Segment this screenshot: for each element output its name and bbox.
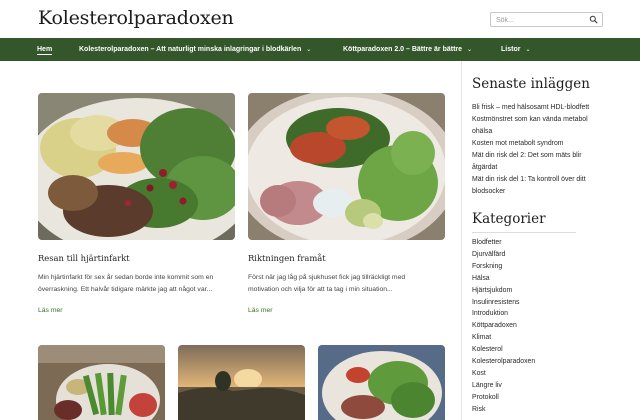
read-more-link[interactable]: Läs mer [38, 307, 63, 314]
nav-item-listor[interactable]: Listor ⌄ [501, 38, 530, 61]
site-header: Kolesterolparadoxen [0, 0, 640, 38]
post-title[interactable]: Riktningen framåt [248, 253, 326, 263]
post-excerpt: Först när jag låg på sjukhuset fick jag … [248, 272, 458, 296]
food-photo [38, 93, 235, 240]
nav-item-kottparadoxen[interactable]: Köttparadoxen 2.0 – Bättre är bättre ⌄ [343, 38, 472, 61]
category-link[interactable]: Djurvälfärd [472, 249, 632, 261]
category-link[interactable]: Kolesterol [472, 344, 632, 356]
site-title[interactable]: Kolesterolparadoxen [38, 7, 234, 29]
category-link[interactable]: Köttparadoxen [472, 320, 632, 332]
post-image-sunset[interactable] [178, 345, 305, 420]
category-link[interactable]: Forskning [472, 261, 632, 273]
recent-post-link[interactable]: Kosten mot metabolt syndrom [472, 138, 632, 150]
post-image-plate-salad[interactable] [248, 93, 445, 240]
chevron-down-icon: ⌄ [467, 47, 473, 53]
post-excerpt-line: överraskning. Ett halvår tidigare märkte… [38, 286, 213, 293]
nav-item-label: Hem [37, 46, 53, 55]
recent-post-link[interactable]: ohälsa [472, 126, 632, 138]
category-link[interactable]: Kost [472, 368, 632, 380]
post-excerpt: Min hjärtinfarkt för sex år sedan borde … [38, 272, 243, 296]
main-nav: Hem Kolesterolparadoxen – Att naturligt … [0, 38, 640, 61]
category-link[interactable]: Klimat [472, 332, 632, 344]
sidebar-divider [461, 61, 462, 420]
recent-post-link[interactable]: blodsocker [472, 186, 632, 198]
landscape-photo [178, 345, 305, 420]
recent-post-link[interactable]: Kostmönstret som kan vända metabol [472, 114, 632, 126]
nav-item-kolesterolparadoxen[interactable]: Kolesterolparadoxen – Att naturligt mins… [79, 38, 311, 61]
food-photo [38, 345, 165, 420]
category-link[interactable]: Risk [472, 404, 632, 416]
food-photo [318, 345, 445, 420]
search-input[interactable] [496, 14, 586, 26]
recent-posts-list: Bli frisk – med hälsosamt HDL-blodfett K… [472, 102, 632, 198]
recent-post-link[interactable]: Bli frisk – med hälsosamt HDL-blodfett [472, 102, 632, 114]
categories-heading: Kategorier [472, 211, 546, 227]
recent-post-link[interactable]: Mät din risk del 1: Ta kontroll över dit… [472, 174, 632, 186]
nav-item-label: Kolesterolparadoxen – Att naturligt mins… [79, 46, 302, 53]
read-more-link[interactable]: Läs mer [248, 307, 273, 314]
post-excerpt-line: Min hjärtinfarkt för sex år sedan borde … [38, 274, 214, 281]
category-link[interactable]: Hjärtsjukdom [472, 285, 632, 297]
category-link[interactable]: Protokoll [472, 392, 632, 404]
category-link[interactable]: Blodfetter [472, 237, 632, 249]
recent-post-link[interactable]: Mät din risk del 2: Det som mäts blir [472, 150, 632, 162]
chevron-down-icon: ⌄ [525, 47, 531, 53]
category-link[interactable]: Kolesterolparadoxen [472, 356, 632, 368]
search-box[interactable] [490, 12, 603, 27]
post-image-plate-asparagus[interactable] [38, 345, 165, 420]
nav-item-label: Köttparadoxen 2.0 – Bättre är bättre [343, 46, 463, 53]
post-title[interactable]: Resan till hjärtinfarkt [38, 253, 130, 263]
post-image-plate-kale[interactable] [38, 93, 235, 240]
category-link[interactable]: Insulinresistens [472, 297, 632, 309]
post-image-plate-meat[interactable] [318, 345, 445, 420]
nav-item-hem[interactable]: Hem [37, 38, 53, 61]
search-icon[interactable] [589, 15, 598, 24]
category-link[interactable]: Hälsa [472, 273, 632, 285]
recent-post-link[interactable]: åtgärdat [472, 162, 632, 174]
heading-underline [472, 232, 576, 233]
post-excerpt-line: Först när jag låg på sjukhuset fick jag … [248, 274, 406, 281]
recent-posts-heading: Senaste inläggen [472, 76, 590, 92]
category-link[interactable]: Längre liv [472, 380, 632, 392]
category-link[interactable]: Introduktion [472, 308, 632, 320]
post-excerpt-line: motivation och vilja för att ta tag i mi… [248, 286, 393, 293]
chevron-down-icon: ⌄ [306, 47, 312, 53]
categories-list: Blodfetter Djurvälfärd Forskning Hälsa H… [472, 237, 632, 416]
food-photo [248, 93, 445, 240]
nav-item-label: Listor [501, 46, 521, 53]
